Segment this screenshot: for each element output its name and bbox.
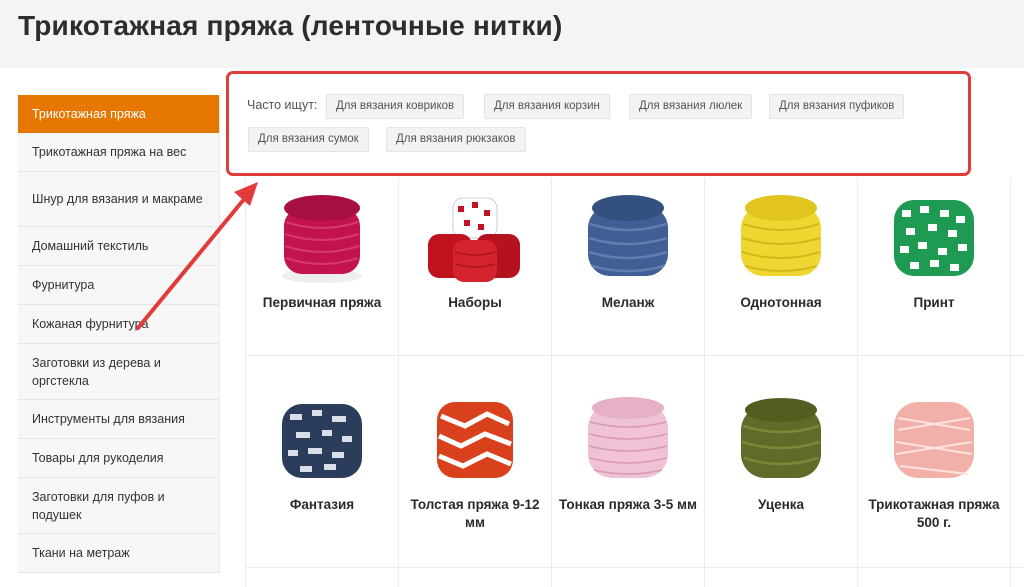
sidebar-item-label: Домашний текстиль	[32, 239, 149, 253]
sidebar-item-furnitura[interactable]: Фурнитура	[18, 266, 219, 305]
frequent-searches-label: Часто ищут:	[247, 98, 318, 112]
sidebar-item-label: Товары для рукоделия	[32, 451, 164, 465]
grid-divider	[1010, 178, 1011, 587]
yarn-ball-fantasy-icon	[282, 404, 362, 478]
page-title: Трикотажная пряжа (ленточные нитки)	[18, 10, 563, 41]
yarn-ball-olive-icon	[741, 398, 821, 478]
yarn-ball-thin-icon	[588, 397, 668, 478]
tag-kovriki[interactable]: Для вязания ковриков	[326, 94, 465, 119]
tag-pufiki[interactable]: Для вязания пуфиков	[769, 94, 905, 119]
sidebar-item-label: Ткани на метраж	[32, 546, 130, 560]
product-name: Первичная пряжа	[262, 295, 382, 310]
sidebar-item-zagotovki-derevo[interactable]: Заготовки из дерева и оргстекла	[18, 344, 219, 400]
product-card[interactable]: Толстая пряжа 9-12 мм	[399, 390, 551, 532]
product-card[interactable]: Однотонная	[705, 188, 857, 312]
grid-divider	[245, 567, 1024, 568]
sidebar-item-shnur[interactable]: Шнур для вязания и макраме	[18, 172, 219, 227]
sidebar-item-instrumenty[interactable]: Инструменты для вязания	[18, 400, 219, 439]
yarn-ball-peach-icon	[894, 402, 974, 478]
sidebar-item-zagotovki-pufy[interactable]: Заготовки для пуфов и подушек	[18, 478, 219, 534]
frequent-searches: Часто ищут: Для вязания ковриков Для вяз…	[233, 80, 963, 172]
product-name: Трикотажная пряжа 500 г.	[868, 497, 1000, 530]
sidebar-item-domashniy-tekstil[interactable]: Домашний текстиль	[18, 227, 219, 266]
tag-ryukzaki[interactable]: Для вязания рюкзаков	[386, 127, 526, 152]
yarn-ball-thick-icon	[437, 402, 513, 478]
product-name: Наборы	[448, 295, 502, 310]
yarn-ball-melange-icon	[588, 195, 668, 276]
yarn-ball-print-icon	[894, 200, 974, 276]
page-header: Трикотажная пряжа (ленточные нитки)	[0, 0, 1024, 68]
sidebar-item-trikotazhnaya-pryazha[interactable]: Трикотажная пряжа	[18, 95, 219, 133]
yarn-ball-yellow-icon	[741, 195, 821, 276]
product-name: Меланж	[601, 295, 655, 310]
sidebar-item-kozhanaya-furnitura[interactable]: Кожаная фурнитура	[18, 305, 219, 344]
sidebar-item-pryazha-na-ves[interactable]: Трикотажная пряжа на вес	[18, 133, 219, 172]
product-card[interactable]: Наборы	[399, 188, 551, 312]
product-name: Однотонная	[740, 295, 822, 310]
tag-sumki[interactable]: Для вязания сумок	[248, 127, 369, 152]
category-sidebar: Трикотажная пряжа Трикотажная пряжа на в…	[18, 95, 220, 573]
product-name: Фантазия	[289, 497, 355, 512]
sidebar-item-label: Заготовки из дерева и оргстекла	[32, 355, 161, 388]
product-name: Тонкая пряжа 3-5 мм	[558, 497, 698, 512]
sidebar-item-tkani[interactable]: Ткани на метраж	[18, 534, 219, 573]
sidebar-item-label: Заготовки для пуфов и подушек	[32, 489, 165, 522]
sidebar-item-label: Кожаная фурнитура	[32, 317, 149, 331]
grid-divider	[245, 355, 1024, 356]
tag-korziny[interactable]: Для вязания корзин	[484, 94, 610, 119]
yarn-set-red-icon	[428, 197, 520, 282]
sidebar-item-label: Шнур для вязания и макраме	[32, 192, 203, 206]
product-card[interactable]: Принт	[858, 188, 1010, 312]
tag-lyulki[interactable]: Для вязания люлек	[629, 94, 753, 119]
product-card[interactable]: Первичная пряжа	[246, 188, 398, 312]
product-name: Толстая пряжа 9-12 мм	[410, 497, 540, 530]
sidebar-item-label: Фурнитура	[32, 278, 95, 292]
yarn-ball-magenta-icon	[282, 195, 362, 283]
product-card[interactable]: Трикотажная пряжа 500 г.	[858, 390, 1010, 532]
product-card[interactable]: Тонкая пряжа 3-5 мм	[552, 390, 704, 514]
product-name: Уценка	[757, 497, 805, 512]
product-card[interactable]: Фантазия	[246, 390, 398, 514]
product-card[interactable]: Уценка	[705, 390, 857, 514]
sidebar-item-label: Инструменты для вязания	[32, 412, 185, 426]
sidebar-item-label: Трикотажная пряжа на вес	[32, 145, 187, 159]
product-name: Принт	[913, 295, 955, 310]
product-card[interactable]: Меланж	[552, 188, 704, 312]
sidebar-item-tovary-rukodeliya[interactable]: Товары для рукоделия	[18, 439, 219, 478]
sidebar-item-label: Трикотажная пряжа	[32, 106, 146, 121]
